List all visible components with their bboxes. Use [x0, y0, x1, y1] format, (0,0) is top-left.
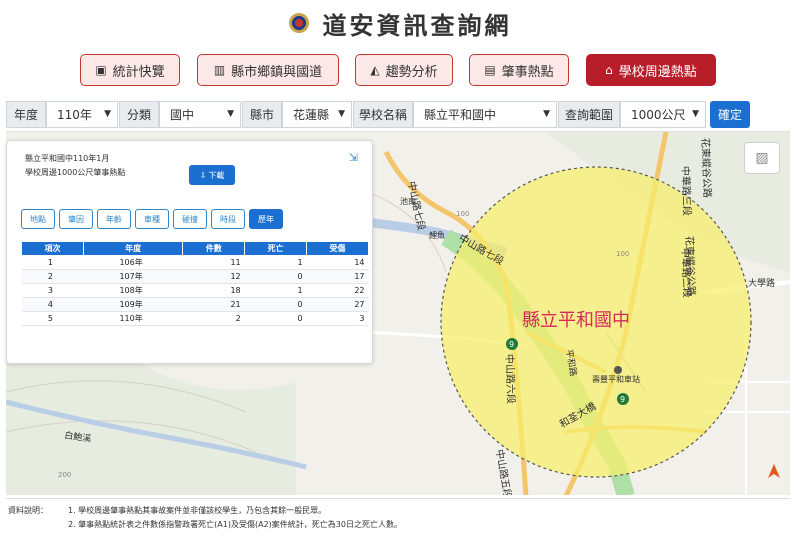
- cell-count: 2: [182, 311, 245, 326]
- area-chart-icon: ◭: [370, 63, 380, 77]
- cell-deaths: 0: [244, 297, 307, 312]
- cell-year: 109年: [83, 297, 183, 312]
- main-nav: ▣ 統計快覽 ▥ 縣市鄉鎮與國道 ◭ 趨勢分析 ▤ 肇事熱點 ⌂ 學校周邊熱點: [0, 54, 800, 88]
- table-row: 4 109年 21 0 27: [21, 297, 369, 312]
- cell-deaths: 0: [244, 311, 307, 326]
- table-row: 2 107年 12 0 17: [21, 269, 369, 284]
- route-sign-label: 9: [509, 340, 514, 349]
- col-header-index: 項次: [21, 241, 84, 256]
- panel-title-line2: 學校周邊1000公尺肇事熱點: [25, 168, 126, 177]
- school-name-select[interactable]: 縣立平和國中 ▼: [413, 101, 557, 128]
- map-label-daxue: 大學路: [748, 277, 775, 289]
- map-label-elev-b: 100: [616, 250, 629, 258]
- tab-cause[interactable]: 肇因: [59, 209, 93, 229]
- note-line-1: 1. 學校周邊肇事熱點其事故案件並非僅該校學生，乃包含其餘一般民眾。: [68, 506, 327, 515]
- chevron-down-icon: ▼: [104, 109, 111, 119]
- cell-count: 21: [182, 297, 245, 312]
- page-header: 道安資訊查詢網: [0, 0, 800, 46]
- table-row: 1 106年 11 1 14: [21, 255, 369, 270]
- nav-accident-hotspot-button[interactable]: ▤ 肇事熱點: [469, 54, 569, 86]
- yearly-stats-table: 項次 年度 件數 死亡 受傷 1 106年 11 1 14 2 107年 12 …: [21, 241, 369, 326]
- cell-injuries: 14: [306, 255, 369, 270]
- route-sign-label: 9: [620, 395, 625, 404]
- county-label: 縣市: [242, 101, 282, 128]
- cell-injuries: 22: [306, 283, 369, 298]
- data-notes: 資料說明： 1. 學校周邊肇事熱點其事故案件並非僅該校學生，乃包含其餘一般民眾。…: [6, 498, 790, 534]
- cell-year: 106年: [83, 255, 183, 270]
- cell-year: 107年: [83, 269, 183, 284]
- bar-chart-icon: ▥: [213, 63, 226, 77]
- police-emblem-icon: [288, 13, 309, 33]
- chevron-down-icon: ▼: [692, 109, 699, 119]
- note-line-2: 2. 肇事熱點統計表之件數係指警政署死亡(A1)及受傷(A2)案件統計，死亡為3…: [68, 520, 402, 529]
- cell-count: 12: [182, 269, 245, 284]
- download-button[interactable]: ⇩ 下載: [189, 165, 235, 185]
- id-card-icon: ▣: [95, 63, 107, 77]
- category-select[interactable]: 國中 ▼: [159, 101, 241, 128]
- cell-index: 2: [21, 269, 84, 284]
- tab-vehicle[interactable]: 車種: [135, 209, 169, 229]
- range-select[interactable]: 1000公尺 ▼: [620, 101, 706, 128]
- nav-school-hotspot-button[interactable]: ⌂ 學校周邊熱點: [586, 54, 716, 86]
- nav-county-highway-button[interactable]: ▥ 縣市鄉鎮與國道: [197, 54, 339, 86]
- year-label: 年度: [6, 101, 46, 128]
- tab-location[interactable]: 地點: [21, 209, 55, 229]
- nav-trend-analysis-button[interactable]: ◭ 趨勢分析: [355, 54, 453, 86]
- cell-injuries: 3: [306, 311, 369, 326]
- cell-deaths: 1: [244, 283, 307, 298]
- confirm-button[interactable]: 確定: [710, 101, 750, 128]
- table-header-row: 項次 年度 件數 死亡 受傷: [21, 241, 369, 256]
- page-title: 道安資訊查詢網: [322, 11, 512, 40]
- image-icon: ▨: [755, 150, 769, 166]
- cell-deaths: 1: [244, 255, 307, 270]
- filter-bar: 年度 110年 ▼ 分類 國中 ▼ 縣市 花蓮縣 ▼ 學校名稱 縣立平和國中 ▼ 查詢範…: [6, 101, 766, 129]
- school-icon: ⌂: [605, 63, 613, 77]
- tab-age[interactable]: 年齡: [97, 209, 131, 229]
- col-header-deaths: 死亡: [244, 241, 308, 256]
- collapse-icon[interactable]: ⇲: [349, 151, 358, 164]
- category-label: 分類: [119, 101, 159, 128]
- map-label-liyu: 鯉魚: [429, 230, 445, 240]
- cell-year: 110年: [83, 311, 183, 326]
- col-header-count: 件數: [182, 241, 246, 256]
- stats-panel: 縣立平和國中110年1月 學校周邊1000公尺肇事熱點 ⇲ ⇩ 下載 地點 肇因…: [6, 140, 373, 364]
- col-header-year: 年度: [82, 241, 184, 256]
- chevron-down-icon: ▼: [227, 109, 234, 119]
- map-icon: ▤: [484, 63, 496, 77]
- cell-year: 108年: [83, 283, 183, 298]
- layer-toggle-button[interactable]: ▨: [744, 142, 780, 174]
- county-select[interactable]: 花蓮縣 ▼: [282, 101, 352, 128]
- map-label-station: 壽豐平和車站: [592, 374, 640, 384]
- chevron-down-icon: ▼: [338, 109, 345, 119]
- tab-collision[interactable]: 碰撞: [173, 209, 207, 229]
- table-row: 3 108年 18 1 22: [21, 283, 369, 298]
- tab-time[interactable]: 時段: [211, 209, 245, 229]
- download-icon: ⇩: [199, 170, 207, 180]
- cell-injuries: 17: [306, 269, 369, 284]
- station-icon: [614, 366, 622, 374]
- map-label-elev-c: 200: [58, 471, 71, 479]
- cell-count: 18: [182, 283, 245, 298]
- col-header-injuries: 受傷: [306, 241, 369, 256]
- cell-injuries: 27: [306, 297, 369, 312]
- table-row: 5 110年 2 0 3: [21, 311, 369, 326]
- cell-index: 1: [21, 255, 84, 270]
- panel-title-line1: 縣立平和國中110年1月: [25, 154, 110, 163]
- cell-deaths: 0: [244, 269, 307, 284]
- school-name-label[interactable]: 縣立平和國中: [522, 310, 630, 331]
- cell-count: 11: [182, 255, 245, 270]
- cell-index: 3: [21, 283, 84, 298]
- map-label-chinan: 池南: [400, 196, 416, 206]
- tab-yearly[interactable]: 歷年: [249, 209, 283, 229]
- range-label: 查詢範圍: [558, 101, 620, 128]
- map-label-elev-a: 100: [456, 210, 469, 218]
- year-select[interactable]: 110年 ▼: [46, 101, 118, 128]
- school-name-label: 學校名稱: [353, 101, 413, 128]
- nav-stats-overview-button[interactable]: ▣ 統計快覽: [80, 54, 180, 86]
- cell-index: 4: [21, 297, 84, 312]
- chevron-down-icon: ▼: [543, 109, 550, 119]
- notes-label: 資料說明：: [8, 506, 48, 515]
- cell-index: 5: [21, 311, 84, 326]
